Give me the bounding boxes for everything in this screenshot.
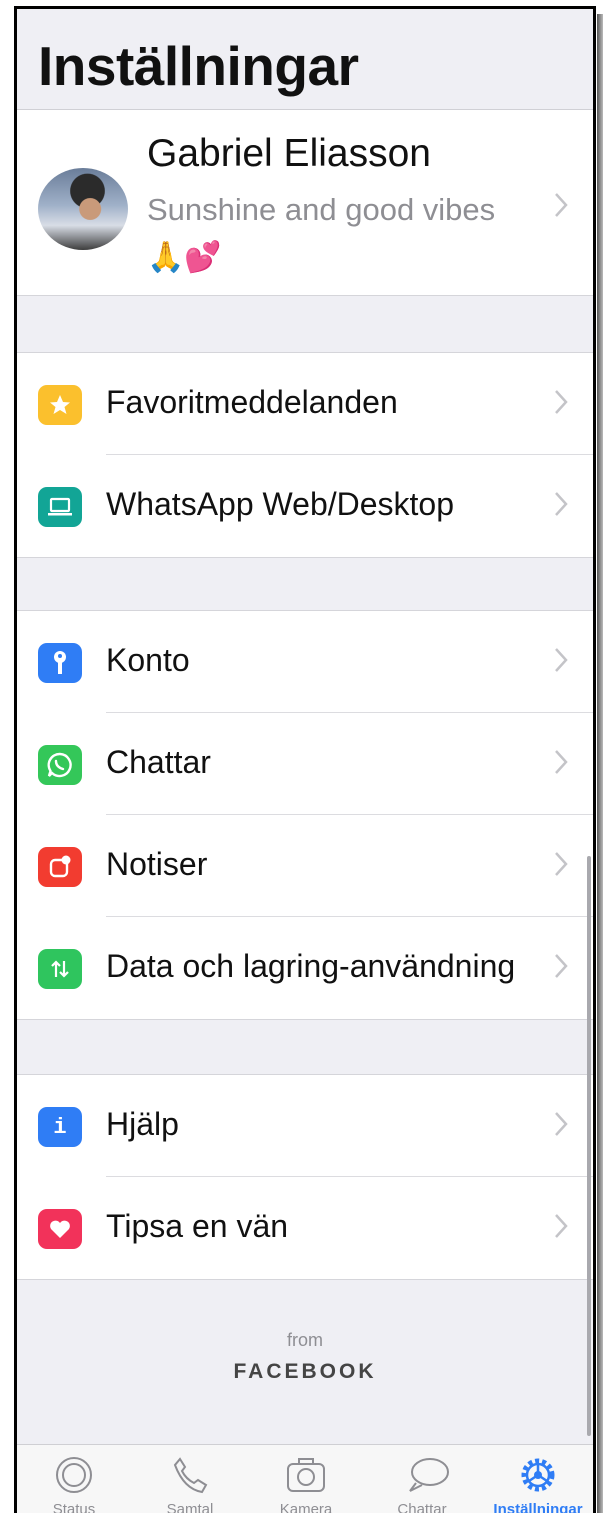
tab-label: Kamera xyxy=(279,1501,333,1513)
key-icon xyxy=(38,643,82,683)
chevron-right-icon xyxy=(555,1112,568,1136)
chevron-right-icon xyxy=(555,750,568,774)
settings-group-3: i Hjälp Tipsa en vän xyxy=(16,1074,594,1280)
settings-item-account[interactable]: Konto xyxy=(16,611,594,713)
profile-name: Gabriel Eliasson xyxy=(147,132,431,175)
chevron-right-icon xyxy=(555,1214,568,1238)
settings-item-tell-friend[interactable]: Tipsa en vän xyxy=(16,1177,594,1279)
profile-row[interactable]: Gabriel Eliasson Sunshine and good vibes… xyxy=(16,110,594,296)
settings-item-label: Favoritmeddelanden xyxy=(106,384,398,420)
settings-item-whatsapp-web[interactable]: WhatsApp Web/Desktop xyxy=(16,455,594,557)
tab-label: Samtal xyxy=(166,1501,214,1513)
notification-icon xyxy=(38,847,82,887)
settings-group-1: Favoritmeddelanden WhatsApp Web/Desktop xyxy=(16,352,594,558)
settings-item-data-storage[interactable]: Data och lagring-användning xyxy=(16,917,594,1019)
footer-brand: FACEBOOK xyxy=(233,1360,377,1383)
profile-status: Sunshine and good vibes xyxy=(147,192,496,227)
heart-icon xyxy=(38,1209,82,1249)
settings-screen: Inställningar Gabriel Eliasson Sunshine … xyxy=(16,8,594,1513)
settings-item-chats[interactable]: Chattar xyxy=(16,713,594,815)
star-icon xyxy=(38,385,82,425)
tab-bar: Status Samtal Kamera Chattar Inställning… xyxy=(16,1444,594,1513)
phone-icon xyxy=(173,1457,208,1494)
settings-item-label: Notiser xyxy=(106,846,208,882)
status-icon xyxy=(56,1457,92,1493)
chevron-right-icon xyxy=(555,648,568,672)
tab-label: Inställningar xyxy=(493,1501,583,1513)
tab-calls[interactable]: Samtal xyxy=(132,1445,248,1513)
scrollbar[interactable] xyxy=(587,856,591,1436)
avatar[interactable] xyxy=(38,168,128,250)
window-shadow xyxy=(597,14,603,1513)
settings-item-label: Tipsa en vän xyxy=(106,1208,289,1244)
tab-camera[interactable]: Kamera xyxy=(248,1445,364,1513)
settings-item-help[interactable]: i Hjälp xyxy=(16,1075,594,1177)
settings-item-label: WhatsApp Web/Desktop xyxy=(106,486,455,522)
chevron-right-icon xyxy=(555,492,568,516)
settings-item-notifications[interactable]: Notiser xyxy=(16,815,594,917)
gear-icon xyxy=(521,1458,555,1492)
tab-label: Status xyxy=(52,1501,96,1513)
settings-item-favorites[interactable]: Favoritmeddelanden xyxy=(16,353,594,455)
tab-status[interactable]: Status xyxy=(16,1445,132,1513)
page-title: Inställningar xyxy=(38,35,359,97)
chevron-right-icon xyxy=(555,954,568,978)
tab-settings[interactable]: Inställningar xyxy=(480,1445,594,1513)
whatsapp-icon xyxy=(38,745,82,785)
settings-item-label: Data och lagring-användning xyxy=(106,948,516,984)
info-icon: i xyxy=(38,1107,82,1147)
profile-status-emoji: 🙏💕 xyxy=(147,241,222,274)
tab-chats[interactable]: Chattar xyxy=(364,1445,480,1513)
settings-item-label: Chattar xyxy=(106,744,211,780)
chevron-right-icon xyxy=(555,390,568,414)
camera-icon xyxy=(287,1458,325,1492)
chevron-right-icon xyxy=(555,852,568,876)
chat-bubbles-icon xyxy=(409,1458,449,1492)
chevron-right-icon xyxy=(555,193,568,217)
laptop-icon xyxy=(38,487,82,527)
tab-label: Chattar xyxy=(397,1501,447,1513)
settings-item-label: Konto xyxy=(106,642,190,678)
settings-group-2: Konto Chattar Notiser Data och lagring-a… xyxy=(16,610,594,1020)
data-transfer-icon xyxy=(38,949,82,989)
footer-from: from xyxy=(287,1330,323,1350)
settings-item-label: Hjälp xyxy=(106,1106,179,1142)
